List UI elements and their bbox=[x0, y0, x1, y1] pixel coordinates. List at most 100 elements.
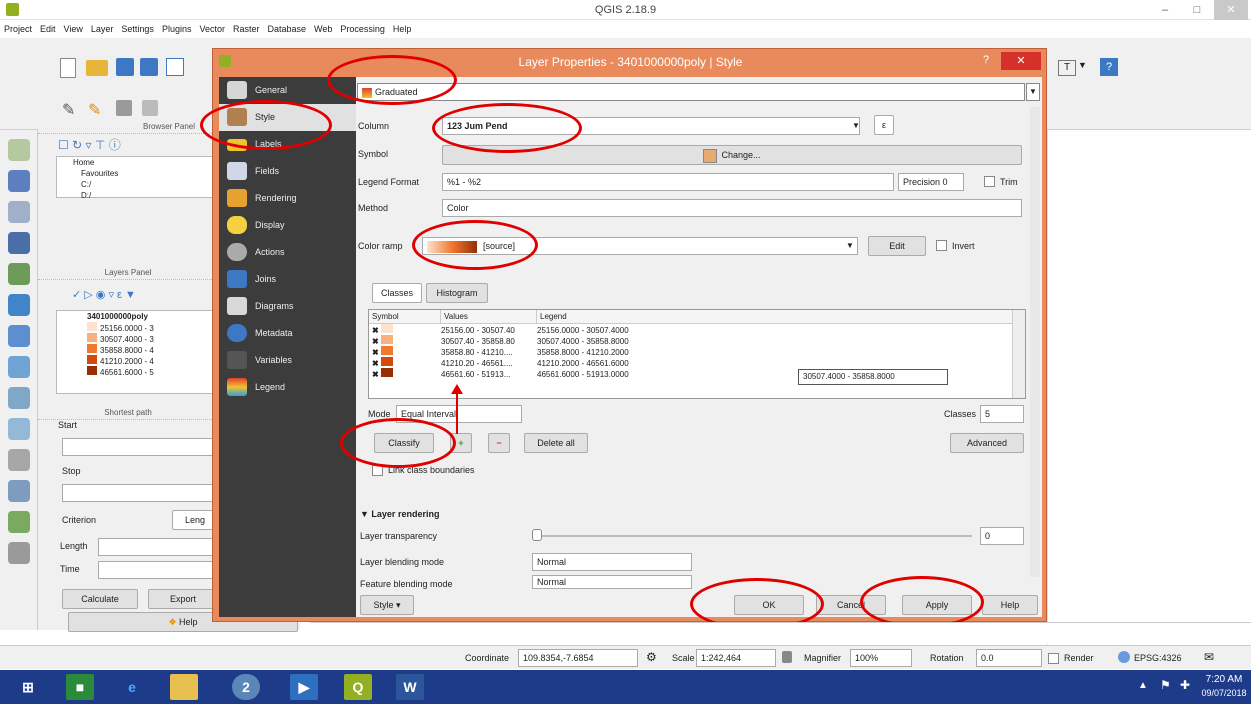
map-canvas[interactable] bbox=[1047, 130, 1251, 645]
sidebar-item-variables[interactable]: Variables bbox=[219, 347, 356, 374]
close-button[interactable]: ✕ bbox=[1214, 0, 1248, 20]
filter-icon[interactable]: ▿ bbox=[86, 138, 92, 152]
sidebar-item-display[interactable]: Display bbox=[219, 212, 356, 239]
calculate-button[interactable]: Calculate bbox=[62, 589, 138, 609]
tab-histogram[interactable]: Histogram bbox=[426, 283, 488, 303]
style-menu-button[interactable]: Style ▾ bbox=[360, 595, 414, 615]
menu-raster[interactable]: Raster bbox=[229, 20, 264, 34]
qgis-taskbar-icon[interactable]: Q bbox=[344, 674, 372, 700]
trim-checkbox[interactable] bbox=[984, 176, 995, 187]
expression-button[interactable]: ε bbox=[874, 115, 894, 135]
tree-item-d[interactable]: D:/ bbox=[57, 190, 215, 201]
add-raster-layer-icon[interactable] bbox=[8, 170, 30, 192]
tray-up-arrow-icon[interactable]: ▲ bbox=[1138, 680, 1148, 691]
refresh-icon[interactable]: ↻ bbox=[72, 138, 82, 152]
table-row[interactable]: ✖ 25156.00 - 30507.40 25156.0000 - 30507.… bbox=[369, 324, 1025, 335]
info-icon[interactable]: ⓘ bbox=[109, 138, 121, 152]
new-geopackage-icon[interactable] bbox=[8, 511, 30, 533]
open-project-icon[interactable] bbox=[86, 60, 108, 76]
save-project-icon[interactable] bbox=[116, 58, 134, 76]
menu-vector[interactable]: Vector bbox=[195, 20, 229, 34]
sidebar-item-labels[interactable]: Labels bbox=[219, 131, 356, 158]
menu-web[interactable]: Web bbox=[310, 20, 336, 34]
flag-icon[interactable]: ⚑ bbox=[1160, 678, 1171, 692]
menu-layer[interactable]: Layer bbox=[87, 20, 118, 34]
table-row[interactable]: ✖ 41210.20 - 46561.... 41210.2000 - 46561… bbox=[369, 357, 1025, 368]
magnifier-field[interactable]: 100% bbox=[850, 649, 912, 667]
menu-processing[interactable]: Processing bbox=[336, 20, 389, 34]
legend-format-input[interactable]: %1 - %2 bbox=[442, 173, 894, 191]
add-selected-icon[interactable]: ☐ bbox=[58, 138, 69, 152]
classes-spinbox[interactable]: 5 bbox=[980, 405, 1024, 423]
menu-edit[interactable]: Edit bbox=[36, 20, 60, 34]
sidebar-item-diagrams[interactable]: Diagrams bbox=[219, 293, 356, 320]
cancel-button[interactable]: Cancel bbox=[816, 595, 886, 615]
delete-all-button[interactable]: Delete all bbox=[524, 433, 588, 453]
blending-select[interactable]: Normal bbox=[532, 553, 692, 571]
lock-icon[interactable] bbox=[782, 651, 792, 663]
feature-blending-select[interactable]: Normal bbox=[532, 575, 692, 589]
method-select[interactable]: Color bbox=[442, 199, 1022, 217]
length-field[interactable] bbox=[98, 538, 218, 556]
invert-checkbox[interactable] bbox=[936, 240, 947, 251]
crs-label[interactable]: EPSG:4326 bbox=[1134, 653, 1182, 663]
start-windows-icon[interactable]: ⊞ bbox=[14, 674, 42, 700]
menu-view[interactable]: View bbox=[60, 20, 87, 34]
column-select[interactable]: 123 Jum Pend bbox=[442, 117, 860, 135]
add-postgis-layer-icon[interactable] bbox=[8, 232, 30, 254]
menu-settings[interactable]: Settings bbox=[117, 20, 158, 34]
sidebar-item-metadata[interactable]: Metadata bbox=[219, 320, 356, 347]
menu-project[interactable]: Project bbox=[0, 20, 36, 34]
media-player-icon[interactable]: ▶ bbox=[290, 674, 318, 700]
new-print-composer-icon[interactable] bbox=[166, 58, 184, 76]
add-wms-layer-icon[interactable] bbox=[8, 263, 30, 285]
scale-field[interactable]: 1:242,464 bbox=[696, 649, 776, 667]
whats-this-icon[interactable]: ? bbox=[1100, 58, 1118, 76]
ramp-dropdown-icon[interactable]: ▼ bbox=[846, 241, 854, 250]
new-project-icon[interactable] bbox=[60, 58, 76, 78]
transparency-slider[interactable] bbox=[532, 535, 972, 537]
sidebar-item-rendering[interactable]: Rendering bbox=[219, 185, 356, 212]
render-checkbox[interactable] bbox=[1048, 653, 1059, 664]
layer-item[interactable]: 3401000000poly bbox=[57, 311, 215, 322]
transparency-slider-handle[interactable] bbox=[532, 529, 542, 541]
column-dropdown-icon[interactable]: ▼ bbox=[852, 121, 860, 130]
mode-select[interactable]: Equal Interval bbox=[396, 405, 522, 423]
georeferencer-icon[interactable] bbox=[8, 542, 30, 564]
color-ramp-select[interactable]: [source] bbox=[422, 237, 858, 255]
text-annotation-icon[interactable]: T bbox=[1058, 60, 1076, 76]
time-field[interactable] bbox=[98, 561, 218, 579]
start-input[interactable] bbox=[62, 438, 218, 456]
export-button[interactable]: Export bbox=[148, 589, 218, 609]
stop-input[interactable] bbox=[62, 484, 218, 502]
crs-globe-icon[interactable] bbox=[1118, 651, 1130, 663]
table-scrollbar[interactable] bbox=[1012, 310, 1025, 398]
maximize-button[interactable]: □ bbox=[1182, 0, 1212, 20]
edit-ramp-button[interactable]: Edit bbox=[868, 236, 926, 256]
classify-button[interactable]: Classify bbox=[374, 433, 434, 453]
add-wcs-layer-icon[interactable] bbox=[8, 325, 30, 347]
dialog-close-button[interactable]: ✕ bbox=[1001, 52, 1041, 70]
minimize-button[interactable]: – bbox=[1150, 0, 1180, 20]
clock-time[interactable]: 7:20 AM bbox=[1200, 674, 1248, 685]
save-as-icon[interactable] bbox=[140, 58, 158, 76]
sidebar-item-fields[interactable]: Fields bbox=[219, 158, 356, 185]
help-dialog-button[interactable]: Help bbox=[982, 595, 1038, 615]
qgis-2-icon[interactable]: 2 bbox=[232, 674, 260, 700]
add-class-button[interactable]: + bbox=[450, 433, 472, 453]
menu-help[interactable]: Help bbox=[389, 20, 416, 34]
coordinate-field[interactable]: 109.8354,-7.6854 bbox=[518, 649, 638, 667]
ok-button[interactable]: OK bbox=[734, 595, 804, 615]
network-icon[interactable]: ✚ bbox=[1180, 678, 1190, 692]
sidebar-item-joins[interactable]: Joins bbox=[219, 266, 356, 293]
toggle-extents-icon[interactable]: ⚙ bbox=[646, 650, 657, 664]
table-row[interactable]: ✖ 30507.40 - 35858.80 30507.4000 - 35858.… bbox=[369, 335, 1025, 346]
word-icon[interactable]: W bbox=[396, 674, 424, 700]
sidebar-item-general[interactable]: General bbox=[219, 77, 356, 104]
tab-classes[interactable]: Classes bbox=[372, 283, 422, 303]
layer-rendering-header[interactable]: ▼ Layer rendering bbox=[360, 509, 439, 519]
store-icon[interactable]: ■ bbox=[66, 674, 94, 700]
collapse-all-icon[interactable]: ⊤ bbox=[95, 138, 105, 152]
advanced-button[interactable]: Advanced bbox=[950, 433, 1024, 453]
add-virtual-layer-icon[interactable] bbox=[8, 418, 30, 440]
